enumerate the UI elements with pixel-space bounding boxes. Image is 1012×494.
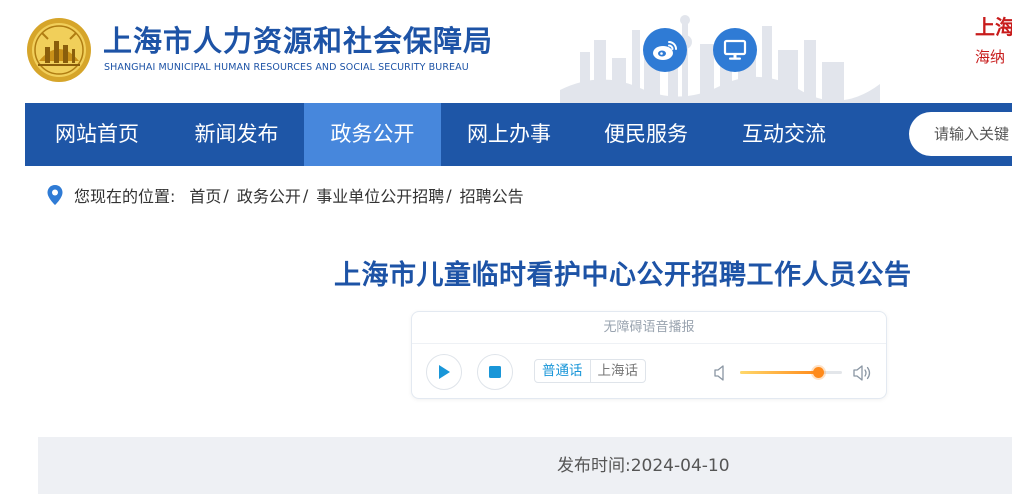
breadcrumb: 您现在的位置: 首页 / 政务公开 / 事业单位公开招聘 / 招聘公告 — [46, 182, 524, 208]
site-title: 上海市人力资源和社会保障局 — [103, 24, 494, 58]
main-nav: 网站首页 新闻发布 政务公开 网上办事 便民服务 互动交流 — [25, 103, 1012, 166]
stop-button[interactable] — [477, 354, 513, 390]
site-header: 上海市人力资源和社会保障局 SHANGHAI MUNICIPAL HUMAN R… — [0, 0, 1012, 103]
article-title: 上海市儿童临时看护中心公开招聘工作人员公告 — [334, 260, 912, 291]
breadcrumb-gov-affairs[interactable]: 政务公开 — [237, 183, 301, 207]
nav-item-home[interactable]: 网站首页 — [25, 103, 169, 166]
weibo-button[interactable] — [643, 28, 687, 72]
breadcrumb-announcements[interactable]: 招聘公告 — [460, 183, 524, 207]
desktop-icon — [723, 39, 747, 60]
promo-slogan-sub: 海纳 — [975, 48, 1006, 66]
weibo-icon — [653, 41, 677, 60]
promo-banner[interactable]: 上海 海纳 — [975, 14, 1012, 68]
accessibility-audio-player: 无障碍语音播报 普通话 上海话 — [411, 311, 887, 399]
breadcrumb-separator: / — [446, 185, 452, 205]
dialect-switch: 普通话 上海话 — [534, 359, 646, 383]
play-icon — [439, 365, 450, 379]
volume-level-fill — [740, 371, 818, 374]
publish-time: 发布时间:2024-04-10 — [557, 451, 730, 476]
publish-time-label: 发布时间: — [557, 456, 631, 476]
bureau-emblem-icon — [27, 18, 91, 82]
publish-date: 2024-04-10 — [630, 456, 730, 476]
promo-slogan: 上海 — [975, 15, 1012, 39]
stop-icon — [489, 366, 501, 378]
volume-slider-handle[interactable] — [812, 367, 824, 378]
breadcrumb-separator: / — [223, 185, 229, 205]
desktop-button[interactable] — [713, 28, 757, 72]
play-button[interactable] — [426, 354, 462, 390]
article-meta-bar: 发布时间:2024-04-10 — [38, 437, 1012, 494]
breadcrumb-separator: / — [302, 185, 309, 205]
nav-item-interaction[interactable]: 互动交流 — [715, 103, 853, 166]
breadcrumb-recruitment[interactable]: 事业单位公开招聘 — [316, 183, 444, 207]
nav-item-online-services[interactable]: 网上办事 — [441, 103, 577, 166]
breadcrumb-prefix: 您现在的位置: — [74, 187, 176, 206]
player-caption: 无障碍语音播报 — [412, 312, 886, 344]
nav-item-news[interactable]: 新闻发布 — [169, 103, 304, 166]
dialect-mandarin-option[interactable]: 普通话 — [535, 360, 591, 382]
site-subtitle: SHANGHAI MUNICIPAL HUMAN RESOURCES AND S… — [104, 62, 469, 73]
nav-item-public-services[interactable]: 便民服务 — [577, 103, 715, 166]
location-pin-icon — [47, 185, 63, 205]
volume-low-icon[interactable] — [714, 364, 728, 382]
volume-high-icon[interactable] — [853, 362, 875, 384]
dialect-shanghainese-option[interactable]: 上海话 — [591, 360, 646, 382]
search-input[interactable] — [909, 112, 1012, 156]
breadcrumb-home[interactable]: 首页 — [189, 183, 221, 207]
volume-slider[interactable] — [740, 367, 842, 378]
nav-item-gov-affairs[interactable]: 政务公开 — [304, 103, 441, 166]
